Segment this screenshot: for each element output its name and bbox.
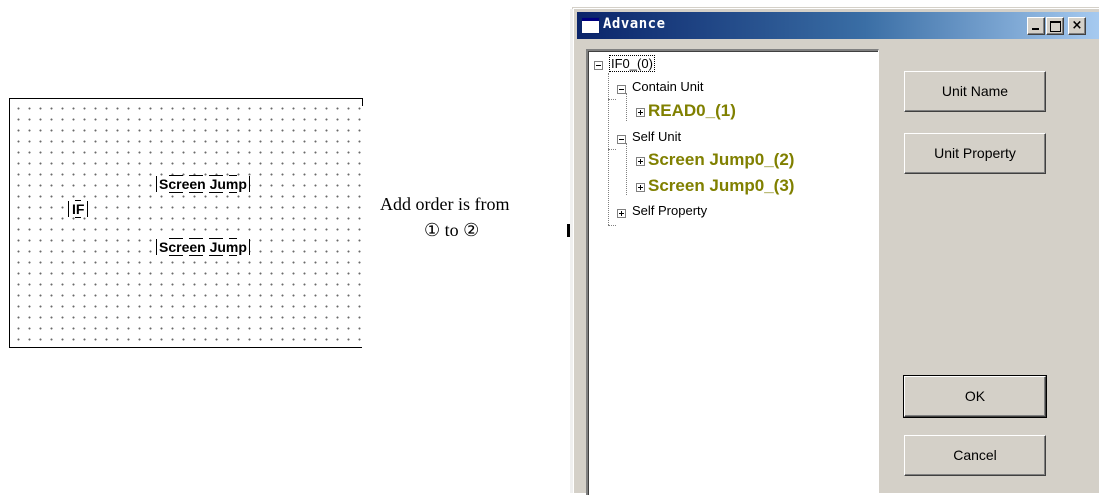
screen-jump-part-2[interactable]: Screen Jump xyxy=(156,238,250,256)
minimize-button[interactable] xyxy=(1027,17,1045,35)
tree-node-root[interactable]: IF0_(0) xyxy=(609,55,655,72)
tree-line xyxy=(626,143,628,195)
tree-line xyxy=(608,225,616,227)
cancel-button[interactable]: Cancel xyxy=(904,435,1046,476)
tree-node-contain-unit[interactable]: Contain Unit xyxy=(632,79,704,94)
tree-node-screen-jump-3[interactable]: Screen Jump0_(3) xyxy=(648,176,794,196)
tree-line xyxy=(608,149,616,151)
expand-icon[interactable] xyxy=(636,183,645,192)
if-part[interactable]: IF xyxy=(68,200,89,218)
tree-node-read0[interactable]: READ0_(1) xyxy=(648,101,736,121)
order-note: Add order is from ① to ② xyxy=(380,191,560,243)
design-canvas[interactable]: IF Screen Jump Screen Jump xyxy=(9,98,363,348)
close-button[interactable]: × xyxy=(1068,17,1086,35)
ok-button[interactable]: OK xyxy=(903,375,1047,418)
window-icon xyxy=(581,17,600,34)
expand-icon[interactable] xyxy=(636,108,645,117)
order-note-line-1: Add order is from xyxy=(380,194,510,214)
dialog-title: Advance xyxy=(603,16,666,32)
tree-line xyxy=(608,99,616,101)
tree-node-self-property[interactable]: Self Property xyxy=(632,203,707,218)
unit-name-button[interactable]: Unit Name xyxy=(904,71,1046,112)
tree-node-screen-jump-2[interactable]: Screen Jump0_(2) xyxy=(648,150,794,170)
order-note-line-2: ① to ② xyxy=(424,220,480,240)
expand-icon[interactable] xyxy=(636,157,645,166)
screen-jump-part-1[interactable]: Screen Jump xyxy=(156,175,250,193)
collapse-icon[interactable] xyxy=(617,135,626,144)
unit-tree[interactable]: IF0_(0) Contain Unit READ0_(1) Self Unit… xyxy=(586,49,879,495)
collapse-icon[interactable] xyxy=(617,85,626,94)
maximize-button[interactable] xyxy=(1046,17,1064,35)
advance-dialog: Advance × IF0_(0) Contain Unit READ0_(1)… xyxy=(570,8,1099,495)
expand-icon[interactable] xyxy=(617,209,626,218)
title-bar[interactable]: Advance × xyxy=(577,12,1099,39)
collapse-icon[interactable] xyxy=(594,61,603,70)
tree-node-self-unit[interactable]: Self Unit xyxy=(632,129,681,144)
tree-line xyxy=(626,93,628,121)
unit-property-button[interactable]: Unit Property xyxy=(904,133,1046,174)
